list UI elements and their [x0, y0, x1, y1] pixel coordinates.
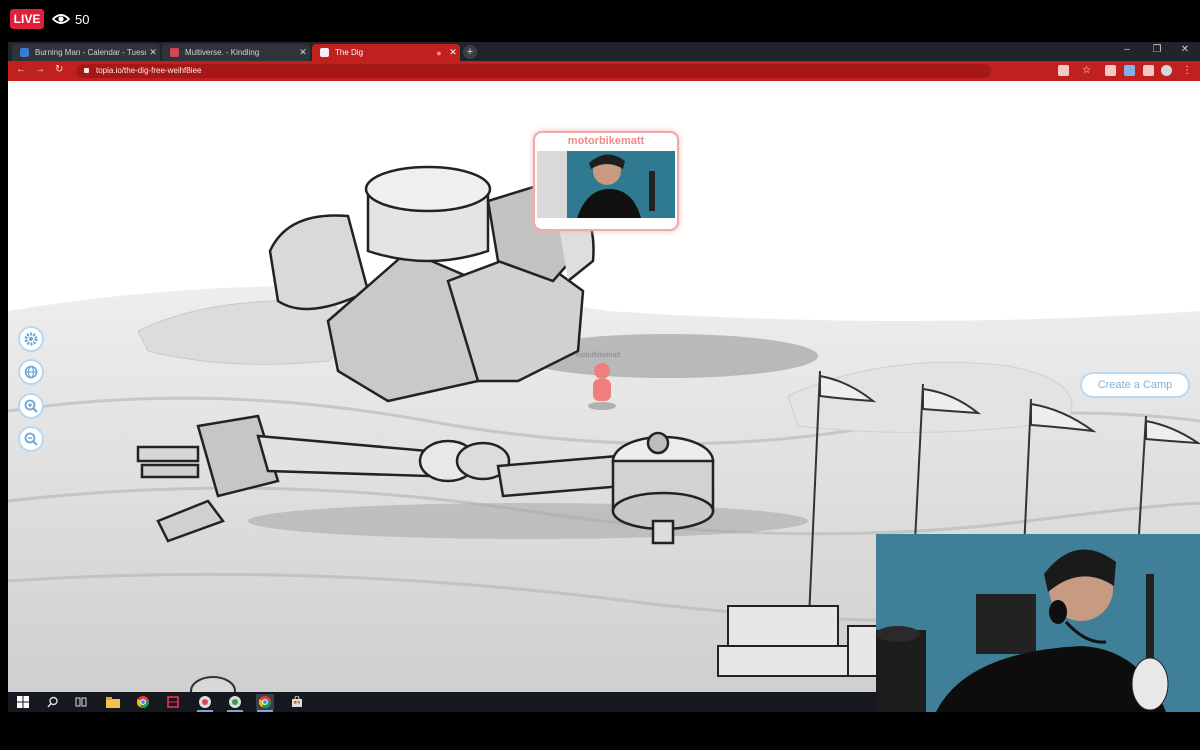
url-field[interactable]: topia.io/the-dig-free-weihf8iee: [76, 64, 991, 78]
app-icon[interactable]: [226, 694, 244, 712]
recording-dot-icon: ●: [436, 47, 442, 58]
player-avatar: [593, 363, 611, 401]
user-video-card[interactable]: motorbikematt: [533, 131, 679, 231]
tab-label: Burning Man - Calendar - Tuesd: [35, 48, 146, 57]
search-icon[interactable]: [44, 694, 62, 710]
close-icon[interactable]: ✕: [146, 47, 160, 58]
task-view-icon[interactable]: [72, 694, 90, 710]
windows-start-icon[interactable]: [14, 694, 32, 710]
gear-icon: [24, 332, 38, 346]
tab-strip: Burning Man - Calendar - Tuesd ✕ Multive…: [8, 42, 1200, 61]
snip-icon[interactable]: [164, 694, 182, 710]
camera-icon[interactable]: [1058, 65, 1069, 76]
create-camp-button[interactable]: Create a Camp: [1080, 372, 1190, 398]
multiverse-favicon-icon: [170, 48, 179, 57]
close-icon[interactable]: ✕: [296, 47, 310, 58]
zoom-in-icon: [24, 399, 38, 413]
app-icon[interactable]: [196, 694, 214, 712]
url-text: topia.io/the-dig-free-weihf8iee: [96, 66, 202, 75]
eye-icon: [52, 14, 70, 24]
tab-label: The Dig: [335, 48, 364, 57]
new-tab-button[interactable]: +: [463, 45, 477, 59]
file-explorer-icon[interactable]: [104, 694, 122, 710]
map-button[interactable]: [18, 359, 44, 385]
user-video-feed: [537, 151, 675, 218]
back-icon[interactable]: ←: [16, 64, 26, 75]
tab-the-dig[interactable]: The Dig ● ✕: [312, 44, 460, 61]
tab-burning-man[interactable]: Burning Man - Calendar - Tuesd ✕: [12, 44, 160, 61]
forward-icon[interactable]: →: [35, 64, 45, 75]
calendar-favicon-icon: [20, 48, 29, 57]
live-badge: LIVE: [10, 9, 44, 29]
extension-icon[interactable]: [1105, 65, 1116, 76]
tab-multiverse[interactable]: Multiverse. - Kindling ✕: [162, 44, 310, 61]
close-window-icon[interactable]: ✕: [1178, 44, 1192, 55]
restore-icon[interactable]: ❐: [1150, 44, 1164, 55]
viewer-count-value: 50: [75, 11, 90, 27]
puzzle-icon[interactable]: [1143, 65, 1154, 76]
settings-button[interactable]: [18, 326, 44, 352]
address-bar: ← → ↻ topia.io/the-dig-free-weihf8iee ☆ …: [8, 61, 1200, 81]
zoom-in-button[interactable]: [18, 393, 44, 419]
menu-icon[interactable]: ⋮: [1182, 65, 1193, 76]
chrome-icon[interactable]: [134, 694, 152, 710]
minimize-icon[interactable]: –: [1120, 44, 1134, 55]
globe-icon: [24, 365, 38, 379]
streamer-webcam: [876, 534, 1200, 712]
avatar-name-label: motorbikematt: [576, 352, 621, 359]
viewer-count: 50: [52, 9, 89, 29]
reload-icon[interactable]: ↻: [55, 64, 63, 75]
tab-label: Multiverse. - Kindling: [185, 48, 260, 57]
store-icon[interactable]: [288, 694, 306, 710]
profile-avatar[interactable]: [1161, 65, 1172, 76]
chrome-icon[interactable]: [256, 694, 274, 712]
zoom-out-button[interactable]: [18, 426, 44, 452]
video-card-username: motorbikematt: [567, 135, 645, 147]
close-icon[interactable]: ✕: [446, 47, 460, 58]
star-icon[interactable]: ☆: [1082, 65, 1093, 76]
zoom-out-icon: [24, 432, 38, 446]
extension-icon[interactable]: [1124, 65, 1135, 76]
lock-icon: [84, 68, 89, 73]
topia-favicon-icon: [320, 48, 329, 57]
